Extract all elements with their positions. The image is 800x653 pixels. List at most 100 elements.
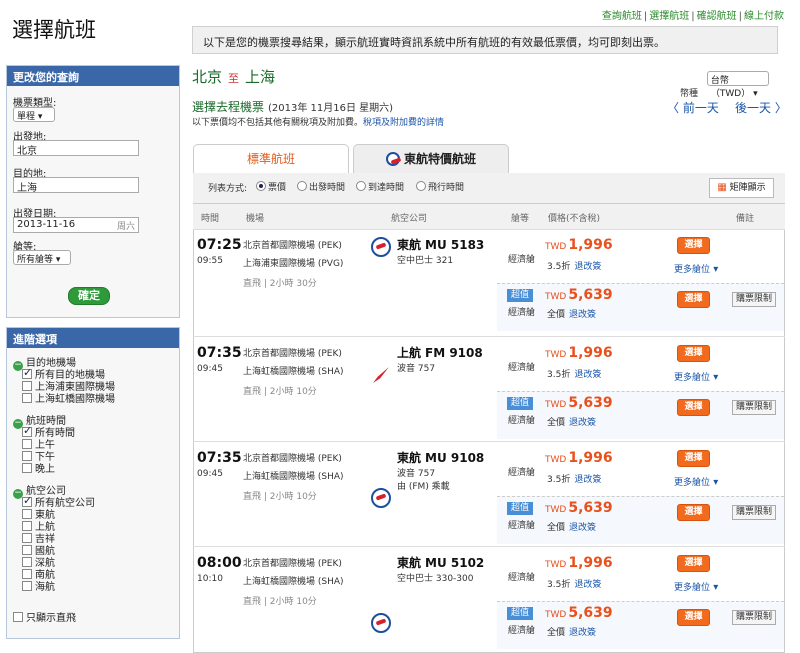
fare-highlight [497, 601, 784, 649]
cabin-select[interactable]: 所有艙等 ▾ [13, 250, 71, 265]
sort-option[interactable]: 到達時間 [356, 180, 404, 193]
arrival-time: 09:45 [197, 469, 223, 479]
arrival-airport: 上海虹橋國際機場 (SHA) [243, 472, 344, 482]
select-fare-button[interactable]: 選擇 [677, 237, 710, 254]
ticket-type-select[interactable]: 單程 ▾ [13, 107, 55, 122]
select-fare-button[interactable]: 選擇 [677, 504, 710, 521]
value-badge: 超值 [507, 289, 533, 302]
purchase-restrictions-button[interactable]: 購票限制 [732, 610, 776, 625]
fare1-price: TWD 1,996 [545, 555, 613, 571]
more-cabins-link[interactable]: 更多艙位 [674, 475, 718, 488]
from-input[interactable]: 北京 [13, 140, 139, 157]
select-fare-button[interactable]: 選擇 [677, 609, 710, 626]
date-input[interactable]: 2013-11-16 周六 [13, 217, 139, 233]
select-fare-button[interactable]: 選擇 [677, 399, 710, 416]
select-fare-button[interactable]: 選擇 [677, 345, 710, 362]
departure-airport: 北京首都國際機場 (PEK) [243, 241, 342, 251]
flight-duration: 直飛 | 2小時 10分 [243, 597, 317, 607]
select-fare-button[interactable]: 選擇 [677, 291, 710, 308]
search-notice: 以下是您的機票搜尋結果，顯示航班實時資訊系統中所有航班的有效最低票價，均可即刻出… [192, 26, 778, 54]
sort-radio[interactable] [356, 181, 366, 191]
fare2-cabin: 經濟艙 [508, 626, 536, 636]
col-remark: 備註 [736, 214, 755, 224]
fare-separator [497, 496, 784, 497]
currency-code: TWD [545, 242, 567, 252]
matrix-view-button[interactable]: ▦ 矩陣顯示 [709, 178, 774, 198]
aircraft-type: 空中巴士 321 [397, 256, 454, 266]
sort-option-label: 票價 [268, 183, 287, 193]
filter-checkbox[interactable] [22, 581, 32, 591]
fare2-price: TWD 5,639 [545, 395, 613, 411]
fare-highlight [497, 283, 784, 331]
step-confirm[interactable]: 確認航班 [697, 11, 737, 22]
refund-change-link[interactable]: 退改簽 [569, 418, 596, 428]
refund-change-link[interactable]: 退改簽 [574, 475, 601, 485]
price-value: 1,996 [568, 450, 613, 466]
purchase-restrictions-button[interactable]: 購票限制 [732, 505, 776, 520]
sort-radio[interactable] [297, 181, 307, 191]
tab-mu-special-flights[interactable]: 東航特價航班 [353, 144, 509, 174]
purchase-restrictions-button[interactable]: 購票限制 [732, 292, 776, 307]
price-value: 5,639 [568, 287, 613, 303]
step-search[interactable]: 查詢航班 [602, 11, 642, 22]
value-badge: 超值 [507, 397, 533, 410]
refund-change-link[interactable]: 退改簽 [574, 580, 601, 590]
fare1-price: TWD 1,996 [545, 237, 613, 253]
sort-radio[interactable] [416, 181, 426, 191]
arrival-airport: 上海虹橋國際機場 (SHA) [243, 577, 344, 587]
refund-change-link[interactable]: 退改簽 [569, 628, 596, 638]
departure-time: 07:35 [197, 450, 242, 466]
nonstop-filter[interactable]: 只顯示直飛 [13, 609, 76, 624]
nonstop-checkbox[interactable] [13, 612, 23, 622]
fare1-cabin: 經濟艙 [508, 255, 536, 265]
step-pay[interactable]: 線上付款 [744, 11, 784, 22]
filter-checkbox[interactable] [22, 393, 32, 403]
row-separator [193, 441, 785, 442]
currency-code: TWD [545, 560, 567, 570]
currency-select[interactable]: 台幣（TWD） ▾ [706, 71, 769, 99]
tax-details-link[interactable]: 稅項及附加費的詳情 [363, 118, 444, 128]
more-cabins-link[interactable]: 更多艙位 [674, 580, 718, 593]
sort-radio[interactable] [256, 181, 266, 191]
select-fare-button[interactable]: 選擇 [677, 555, 710, 572]
refund-change-link[interactable]: 退改簽 [569, 523, 596, 533]
to-input[interactable]: 上海 [13, 177, 139, 194]
flight-duration: 直飛 | 2小時 10分 [243, 387, 317, 397]
more-cabins-link[interactable]: 更多艙位 [674, 262, 718, 275]
flight-code: MU 5183 [425, 238, 485, 252]
section-title: 選擇去程機票 (2013年 11月16日 星期六) [192, 100, 394, 114]
prev-day-link[interactable]: 〈 前一天 [667, 99, 719, 116]
sort-option[interactable]: 飛行時間 [416, 180, 464, 193]
refund-change-link[interactable]: 退改簽 [569, 310, 596, 320]
refund-change-link[interactable]: 退改簽 [574, 370, 601, 380]
tab-standard-flights[interactable]: 標準航班 [193, 144, 349, 174]
filter-option[interactable]: 晚上 [22, 460, 55, 475]
more-cabins-link[interactable]: 更多艙位 [674, 370, 718, 383]
sort-option[interactable]: 票價 [256, 180, 286, 193]
step-select[interactable]: 選擇航班 [649, 11, 689, 22]
discount-text: 全價 [547, 418, 566, 428]
fare1-discount: 3.5折 退改簽 [547, 259, 601, 272]
next-day-link[interactable]: 後一天 〉 [735, 99, 787, 116]
filter-option[interactable]: 海航 [22, 578, 55, 593]
select-fare-button[interactable]: 選擇 [677, 450, 710, 467]
fare2-cabin: 經濟艙 [508, 308, 536, 318]
departure-airport: 北京首都國際機場 (PEK) [243, 559, 342, 569]
purchase-restrictions-button[interactable]: 購票限制 [732, 400, 776, 415]
departure-airport: 北京首都國際機場 (PEK) [243, 454, 342, 464]
discount-text: 3.5折 [547, 580, 571, 590]
filter-checkbox[interactable] [22, 463, 32, 473]
filter-option[interactable]: 上海虹橋國際機場 [22, 390, 115, 405]
fare-separator [497, 391, 784, 392]
aircraft-type: 空中巴士 330-300 [397, 574, 474, 584]
column-headers: 時間 機場 航空公司 艙等 價格(不含稅) 備註 [193, 204, 785, 230]
page-title: 選擇航班 [12, 18, 96, 42]
aircraft-type: 波音 757 [397, 364, 436, 374]
fare1-price: TWD 1,996 [545, 450, 613, 466]
confirm-button[interactable]: 確定 [68, 287, 110, 305]
sort-option[interactable]: 出發時間 [297, 180, 345, 193]
booking-steps: 查詢航班 | 選擇航班 | 確認航班 | 線上付款 [601, 11, 784, 22]
fare1-discount: 3.5折 退改簽 [547, 577, 601, 590]
sort-option-label: 飛行時間 [428, 183, 465, 193]
refund-change-link[interactable]: 退改簽 [574, 262, 601, 272]
